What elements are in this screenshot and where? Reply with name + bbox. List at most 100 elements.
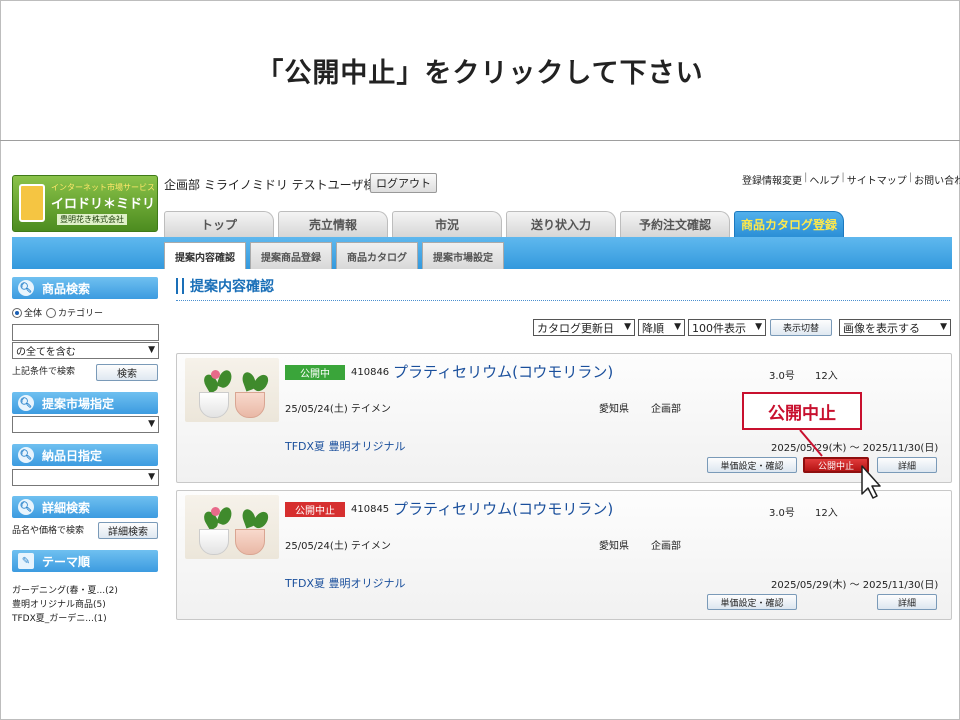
item-tags[interactable]: TFDX夏 豊明オリジナル [285,575,406,591]
detail-search-button[interactable]: 詳細検索 [98,522,158,539]
heading-label: 商品検索 [42,281,91,296]
delivery-select[interactable]: ▼ [12,469,159,486]
chevron-down-icon: ▼ [755,322,762,332]
logo-company: 豊明花き株式会社 [57,214,127,225]
subtab-catalog[interactable]: 商品カタログ [336,242,418,269]
quantity: 12入 [815,508,838,519]
link-help[interactable]: ヘルプ [809,172,839,187]
link-sitemap[interactable]: サイトマップ [847,172,907,187]
radio-category[interactable] [46,307,57,318]
match-select[interactable]: の全てを含む ▼ [12,342,159,359]
price-setting-button[interactable]: 単価設定・確認 [707,594,797,610]
pot-shape [235,529,265,555]
logout-button[interactable]: ログアウト [370,173,437,193]
search-button[interactable]: 検索 [96,364,158,381]
publish-period: 2025/05/29(木) ～ 2025/11/30(日) [771,580,939,591]
slide-title: 「公開中止」をクリックして下さい [256,57,704,89]
detail-search-hint: 品名や価格で検索 [12,526,85,536]
link-account-settings[interactable]: 登録情報変更 [742,172,802,187]
tab-invoice-input[interactable]: 送り状入力 [506,211,616,237]
section-divider [176,300,950,301]
status-badge: 公開中 [285,365,345,380]
pot-shape [235,392,265,418]
logo-name: イロドリ＊ミドリ [51,197,156,212]
prefecture: 愛知県 [599,541,629,552]
chevron-down-icon: ▼ [148,345,155,355]
tab-market[interactable]: 市況 [392,211,502,237]
link-separator: | [841,172,845,183]
user-name: 企画部 ミライノミドリ テストユーザ様 [164,178,376,192]
ship-date: 25/05/24(土) テイメン [285,541,391,552]
sort-field-select[interactable]: カタログ更新日 ▼ [533,319,635,336]
theme-item[interactable]: ガーデニング(春・夏...(2) [12,583,118,596]
market-select[interactable]: ▼ [12,416,159,433]
site-logo[interactable]: インターネット市場サービス イロドリ＊ミドリ 豊明花き株式会社 [12,175,158,232]
pot-size: 3.0号 [769,508,795,519]
radio-category-label: カテゴリー [58,309,104,319]
link-contact[interactable]: お問い合わせ [914,172,960,187]
product-code: 410846 [351,367,390,378]
section-title-label: 提案内容確認 [190,279,274,295]
chevron-down-icon: ▼ [624,322,631,332]
product-search-heading: 🔍︎ 商品検索 [12,277,158,299]
sub-tabs: 提案内容確認 提案商品登録 商品カタログ 提案市場設定 [164,242,508,269]
per-page-value: 100件表示 [692,321,746,335]
theme-item[interactable]: TFDX夏_ガーデニ...(1) [12,611,107,624]
product-code: 410845 [351,504,390,515]
chevron-down-icon: ▼ [148,472,155,482]
order-select[interactable]: 降順 ▼ [638,319,685,336]
theme-item[interactable]: 豊明オリジナル商品(5) [12,597,106,610]
order-value: 降順 [642,321,664,335]
image-display-value: 画像を表示する [843,321,920,335]
product-image[interactable] [185,495,279,559]
ship-date: 25/05/24(土) テイメン [285,404,391,415]
match-select-value: の全てを含む [16,347,76,358]
delivery-heading: 🔍︎ 納品日指定 [12,444,158,466]
tab-sales-info[interactable]: 売立情報 [278,211,388,237]
subtab-proposal-review[interactable]: 提案内容確認 [164,242,246,269]
link-separator: | [908,172,913,183]
edit-icon: ✎ [18,553,34,569]
product-image[interactable] [185,358,279,422]
subtab-proposal-register[interactable]: 提案商品登録 [250,242,332,269]
tab-top[interactable]: トップ [164,211,274,237]
leaf-shape [250,372,272,394]
tab-reservation[interactable]: 予約注文確認 [620,211,730,237]
section-title: 提案内容確認 [176,276,274,296]
pot-shape [199,392,229,418]
toggle-view-button[interactable]: 表示切替 [770,319,832,336]
chevron-down-icon: ▼ [674,322,681,332]
pointer-arrow-icon [799,429,881,499]
detail-button[interactable]: 詳細 [877,594,937,610]
department: 企画部 [651,541,681,552]
detail-search-heading: 🔍︎ 詳細検索 [12,496,158,518]
department: 企画部 [651,404,681,415]
subtab-market-settings[interactable]: 提案市場設定 [422,242,504,269]
heading-label: 提案市場指定 [42,396,115,411]
chevron-down-icon: ▼ [148,419,155,429]
chevron-down-icon: ▼ [940,322,947,332]
logo-subtitle: インターネット市場サービス [51,183,155,192]
market-heading: 🔍︎ 提案市場指定 [12,392,158,414]
image-display-select[interactable]: 画像を表示する ▼ [839,319,951,336]
heading-label: テーマ順 [42,554,91,569]
main-tabs: トップ 売立情報 市況 送り状入力 予約注文確認 商品カタログ登録 [164,211,848,237]
keyword-input[interactable] [12,324,159,341]
per-page-select[interactable]: 100件表示 ▼ [688,319,766,336]
product-name-link[interactable]: プラティセリウム(コウモリラン) [393,361,613,382]
search-scope: 全体 カテゴリー [12,306,103,319]
product-name-link[interactable]: プラティセリウム(コウモリラン) [393,498,613,519]
pot-shape [199,529,229,555]
catalog-item: 公開中止 410845 プラティセリウム(コウモリラン) 3.0号 12入 25… [176,490,952,620]
link-separator: | [804,172,808,183]
theme-heading: ✎ テーマ順 [12,550,158,572]
top-links: 登録情報変更| ヘルプ| サイトマップ| お問い合わせ [742,172,960,187]
tab-catalog-registration[interactable]: 商品カタログ登録 [734,211,844,237]
status-badge: 公開中止 [285,502,345,517]
flower-shape [211,370,220,379]
radio-all[interactable] [12,307,22,318]
search-icon: 🔍︎ [18,447,34,463]
item-tags[interactable]: TFDX夏 豊明オリジナル [285,438,406,454]
sort-field-value: カタログ更新日 [537,321,614,335]
quantity: 12入 [815,371,838,382]
